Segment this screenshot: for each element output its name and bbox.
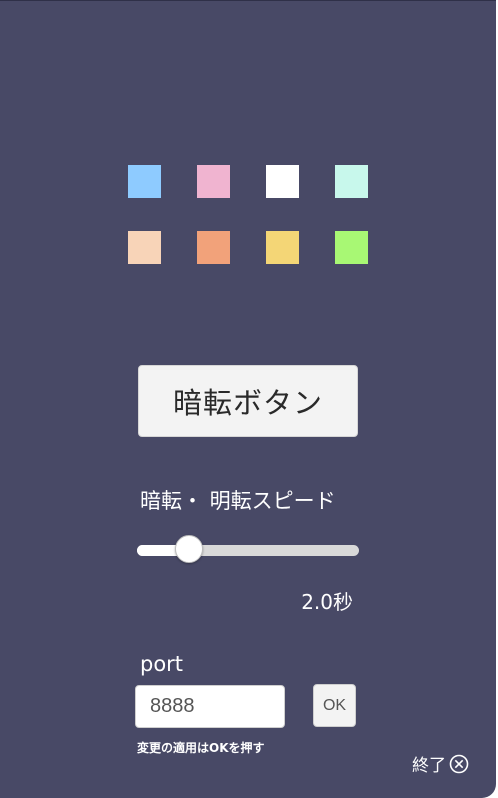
blackout-button[interactable]: 暗転ボタン: [138, 365, 358, 437]
exit-label: 終了: [412, 756, 446, 776]
speed-value: 2.0秒: [301, 590, 353, 614]
color-swatch-6[interactable]: [197, 231, 230, 264]
color-swatch-8[interactable]: [335, 231, 368, 264]
speed-slider-track[interactable]: [137, 545, 359, 556]
speed-slider-thumb[interactable]: [175, 535, 204, 563]
port-input[interactable]: [135, 685, 285, 728]
speed-label: 暗転・ 明転スピード: [140, 489, 336, 513]
control-panel: 暗転ボタン 暗転・ 明転スピード 2.0秒 port OK 変更の適用はOKを押…: [0, 0, 496, 798]
apply-note: 変更の適用はOKを押す: [137, 741, 265, 755]
color-swatch-3[interactable]: [266, 165, 299, 198]
ok-button[interactable]: OK: [313, 684, 356, 727]
color-swatch-2[interactable]: [197, 165, 230, 198]
color-swatch-5[interactable]: [128, 231, 161, 264]
color-swatch-4[interactable]: [335, 165, 368, 198]
exit-button[interactable]: 終了: [412, 751, 469, 776]
close-circle-icon: [449, 754, 469, 774]
color-swatch-7[interactable]: [266, 231, 299, 264]
port-label: port: [140, 652, 184, 676]
color-swatch-1[interactable]: [128, 165, 161, 198]
